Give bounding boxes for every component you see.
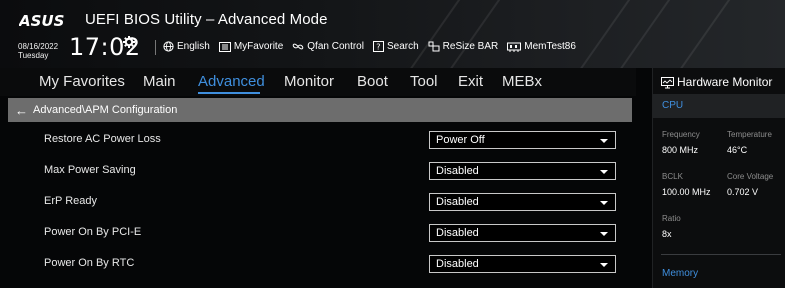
day-text: Tuesday <box>18 51 49 60</box>
tab-exit[interactable]: Exit <box>458 73 483 90</box>
memtest-button[interactable]: MemTest86 <box>507 41 576 52</box>
caret-down-icon <box>600 170 608 174</box>
setting-label: Power On By PCI-E <box>44 226 142 238</box>
setting-label: ErP Ready <box>44 195 97 207</box>
tab-mebx[interactable]: MEBx <box>502 73 542 90</box>
back-arrow-icon[interactable]: ← <box>15 103 28 118</box>
memtest-label: MemTest86 <box>524 41 576 52</box>
resize-bar-button[interactable]: ReSize BAR <box>428 41 499 52</box>
ratio-value: 8x <box>662 229 672 239</box>
myfavorite-label: MyFavorite <box>233 41 284 52</box>
frequency-value: 800 MHz <box>662 145 699 155</box>
search-label: Search <box>386 41 419 52</box>
asus-logo: ASUS <box>19 9 75 31</box>
select-value: Disabled <box>436 258 479 270</box>
bclk-label: BCLK <box>662 172 683 181</box>
search-icon: ? <box>372 41 384 52</box>
qfan-control-label: Qfan Control <box>307 41 364 52</box>
language-button[interactable]: English <box>163 41 210 52</box>
gear-icon[interactable] <box>123 35 135 48</box>
select-value: Disabled <box>436 227 479 239</box>
myfavorite-button[interactable]: MyFavorite <box>218 41 284 52</box>
date-text: 08/16/2022 <box>18 42 59 51</box>
caret-down-icon <box>600 263 608 267</box>
memtest-icon <box>507 42 522 52</box>
select-value: Power Off <box>436 134 485 146</box>
select-value: Disabled <box>436 196 479 208</box>
date-display: 08/16/2022 Tuesday <box>18 42 58 60</box>
cpu-section-label: CPU <box>662 100 684 111</box>
qfan-control-button[interactable]: Qfan Control <box>292 41 364 52</box>
setting-row-erp-ready: ErP Ready Disabled <box>8 186 632 217</box>
temperature-value: 46°C <box>727 145 748 155</box>
svg-text:?: ? <box>376 43 380 52</box>
tab-advanced[interactable]: Advanced <box>198 73 265 90</box>
cpu-section-header: CPU <box>653 94 785 118</box>
hardware-monitor-header: Hardware Monitor <box>653 68 785 96</box>
header-divider <box>155 40 156 55</box>
setting-row-max-power-saving: Max Power Saving Disabled <box>8 155 632 186</box>
core-voltage-value: 0.702 V <box>727 187 759 197</box>
section-divider <box>661 254 781 255</box>
setting-label: Power On By RTC <box>44 257 135 269</box>
globe-icon <box>163 41 174 52</box>
memory-section-label: Memory <box>662 268 699 279</box>
header-bar: ASUS UEFI BIOS Utility – Advanced Mode 0… <box>0 0 785 68</box>
erp-ready-select[interactable]: Disabled <box>429 193 616 211</box>
tab-main[interactable]: Main <box>143 73 176 90</box>
active-tab-underline <box>198 92 260 94</box>
setting-row-restore-ac-power-loss: Restore AC Power Loss Power Off <box>8 124 632 155</box>
restore-ac-power-loss-select[interactable]: Power Off <box>429 131 616 149</box>
power-on-by-rtc-select[interactable]: Disabled <box>429 255 616 273</box>
bclk-value: 100.00 MHz <box>662 187 711 197</box>
caret-down-icon <box>600 232 608 236</box>
core-voltage-label: Core Voltage <box>727 172 774 181</box>
power-on-by-pci-e-select[interactable]: Disabled <box>429 224 616 242</box>
ratio-label: Ratio <box>662 214 681 223</box>
setting-row-power-on-by-pci-e: Power On By PCI-E Disabled <box>8 217 632 248</box>
hardware-monitor-title: Hardware Monitor <box>677 75 773 89</box>
resize-bar-label: ReSize BAR <box>442 41 499 52</box>
max-power-saving-select[interactable]: Disabled <box>429 162 616 180</box>
resize-bar-icon <box>428 41 440 52</box>
language-label: English <box>177 41 210 52</box>
monitor-icon <box>661 77 674 89</box>
setting-row-power-on-by-rtc: Power On By RTC Disabled <box>8 248 632 279</box>
hardware-monitor-panel: Hardware Monitor CPU Frequency Temperatu… <box>652 68 785 288</box>
setting-label: Max Power Saving <box>44 164 136 176</box>
temperature-label: Temperature <box>727 130 772 139</box>
brand-text: ASUS <box>19 13 64 27</box>
toolbar: English MyFavorite Qfan Control ? Search… <box>163 41 576 52</box>
myfavorite-icon <box>218 41 231 52</box>
search-button[interactable]: ? Search <box>372 41 419 52</box>
memory-section-header: Memory <box>653 262 785 286</box>
caret-down-icon <box>600 139 608 143</box>
breadcrumb-path: Advanced\APM Configuration <box>33 104 178 116</box>
tab-tool[interactable]: Tool <box>410 73 438 90</box>
fan-icon <box>292 43 304 50</box>
caret-down-icon <box>600 201 608 205</box>
setting-label: Restore AC Power Loss <box>44 133 161 145</box>
tab-my-favorites[interactable]: My Favorites <box>39 73 125 90</box>
tab-boot[interactable]: Boot <box>357 73 388 90</box>
app-title: UEFI BIOS Utility – Advanced Mode <box>85 11 328 28</box>
tab-monitor[interactable]: Monitor <box>284 73 334 90</box>
breadcrumb: ← Advanced\APM Configuration <box>8 98 632 122</box>
main-menu-tabs: My Favorites Main Advanced Monitor Boot … <box>0 68 636 96</box>
select-value: Disabled <box>436 165 479 177</box>
frequency-label: Frequency <box>662 130 700 139</box>
